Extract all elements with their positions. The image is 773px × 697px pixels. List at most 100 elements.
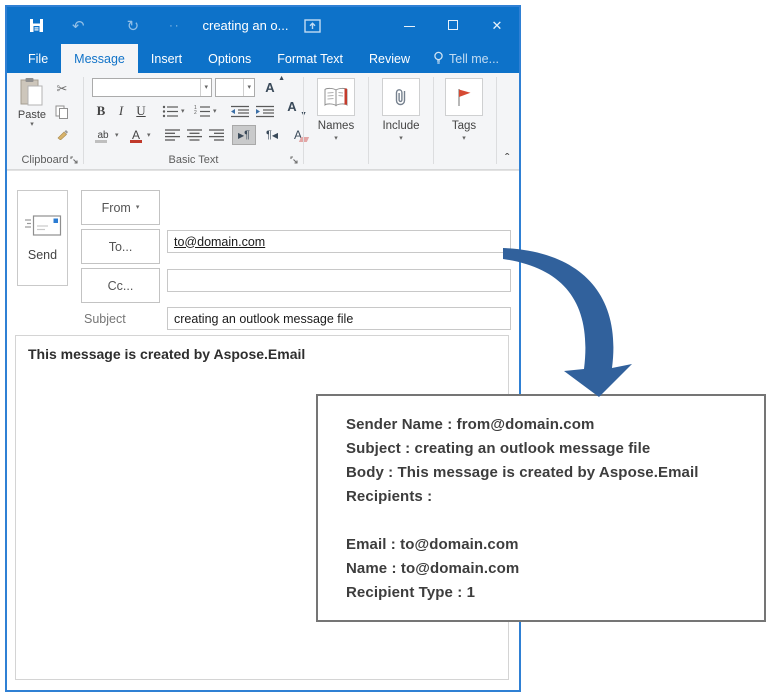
include-label: Include (382, 120, 420, 132)
copy-icon[interactable] (55, 105, 69, 119)
address-book-icon (323, 87, 349, 108)
basic-text-group-label: Basic Text (168, 154, 219, 166)
ribbon: Paste ▾ ✂ Clipboard ▾ ▾ A ▲ A B I U ▾ 1 … (7, 73, 519, 170)
screenshot-stage: ↶ ↻ ·· creating an o... ✕ File Message I… (0, 0, 773, 697)
names-group: Names ▾ (304, 73, 368, 169)
to-field-value: to@domain.com (174, 234, 266, 249)
bullet-list-caret-icon[interactable]: ▾ (181, 108, 185, 115)
tab-message[interactable]: Message (61, 44, 138, 73)
cc-field[interactable] (167, 269, 511, 292)
grow-font-icon[interactable]: A ▲ (261, 75, 285, 97)
paste-caret-icon: ▾ (30, 121, 34, 128)
font-color-caret-icon[interactable]: ▾ (147, 132, 151, 139)
send-envelope-icon (24, 214, 62, 238)
title-bar: ↶ ↻ ·· creating an o... ✕ (7, 7, 519, 44)
cc-label: Cc... (107, 278, 134, 293)
tab-options[interactable]: Options (195, 44, 264, 73)
include-caret-icon: ▾ (399, 135, 403, 142)
basic-text-dialog-launcher-icon[interactable] (290, 156, 299, 165)
underline-button[interactable]: U (132, 101, 150, 121)
to-button[interactable]: To... (81, 229, 160, 264)
send-button[interactable]: Send (17, 190, 68, 286)
maximize-button[interactable] (431, 18, 475, 33)
tags-caret-icon: ▾ (462, 135, 466, 142)
left-to-right-text-icon[interactable]: ▶ ¶ (232, 125, 256, 145)
qat-more-icon[interactable]: ·· (169, 20, 180, 32)
from-button[interactable]: From ▾ (81, 190, 160, 225)
align-center-icon[interactable] (184, 125, 204, 145)
body-line: Body : This message is created by Aspose… (346, 464, 699, 481)
redo-icon[interactable]: ↻ (127, 17, 140, 35)
svg-text:2: 2 (194, 110, 197, 116)
recipient-type-line: Recipient Type : 1 (346, 584, 476, 601)
window-title: creating an o... (202, 18, 289, 33)
align-left-icon[interactable] (162, 125, 182, 145)
align-right-icon[interactable] (206, 125, 226, 145)
paste-clipboard-icon (19, 77, 45, 107)
cut-icon[interactable]: ✂ (57, 81, 68, 97)
italic-button[interactable]: I (112, 101, 130, 121)
tab-review[interactable]: Review (356, 44, 423, 73)
increase-indent-icon[interactable] (254, 101, 276, 121)
flag-icon (456, 87, 472, 107)
collapse-ribbon-icon[interactable]: ˆ (505, 151, 509, 165)
paste-label: Paste (17, 109, 47, 121)
minimize-button[interactable] (387, 18, 431, 33)
tags-label: Tags (451, 120, 477, 132)
lightbulb-icon (433, 51, 444, 66)
text-highlight-icon[interactable]: ab (92, 125, 114, 145)
clipboard-group: Paste ▾ ✂ Clipboard (7, 73, 83, 169)
name-line: Name : to@domain.com (346, 560, 520, 577)
tell-me-box[interactable]: Tell me... (423, 44, 509, 73)
names-button[interactable] (317, 78, 355, 116)
ribbon-display-options-icon[interactable] (304, 18, 322, 33)
subject-field[interactable]: creating an outlook message file (167, 307, 511, 330)
compose-header: Send From ▾ To... Cc... Subject to@domai… (7, 170, 519, 332)
message-properties-box: Sender Name : from@domain.com Subject : … (316, 394, 766, 622)
basic-text-group: ▾ ▾ A▲ A▼ B I U ▾ (84, 73, 310, 169)
undo-icon[interactable]: ↶ (72, 17, 85, 35)
font-name-combo[interactable]: ▾ (92, 78, 212, 97)
ribbon-tab-bar: File Message Insert Options Format Text … (7, 44, 519, 73)
from-caret-icon: ▾ (135, 204, 140, 211)
paperclip-icon (395, 87, 408, 107)
font-name-caret-icon: ▾ (200, 79, 211, 96)
subject-field-value: creating an outlook message file (174, 311, 354, 326)
font-color-icon[interactable]: A (126, 125, 146, 145)
names-caret-icon: ▾ (334, 135, 338, 142)
sender-name-line: Sender Name : from@domain.com (346, 416, 595, 433)
recipients-line: Recipients : (346, 488, 433, 505)
decrease-indent-icon[interactable] (229, 101, 251, 121)
format-painter-icon[interactable] (56, 127, 69, 140)
email-line: Email : to@domain.com (346, 536, 519, 553)
bullet-list-icon[interactable] (160, 101, 180, 121)
from-label: From (101, 200, 131, 215)
numbered-list-icon[interactable]: 1 2 (192, 101, 212, 121)
include-group: Include ▾ (369, 73, 433, 169)
right-to-left-text-icon[interactable]: ¶ ◀ (260, 125, 284, 145)
shrink-font-icon[interactable]: A▼ (283, 97, 307, 118)
tags-group: Tags ▾ (434, 73, 494, 169)
tags-button[interactable] (445, 78, 483, 116)
include-button[interactable] (382, 78, 420, 116)
to-label: To... (108, 239, 133, 254)
text-highlight-caret-icon[interactable]: ▾ (115, 132, 119, 139)
save-icon[interactable] (29, 18, 44, 33)
bold-button[interactable]: B (92, 101, 110, 121)
to-field[interactable]: to@domain.com (167, 230, 511, 253)
subject-label: Subject (84, 312, 126, 326)
subject-line: Subject : creating an outlook message fi… (346, 440, 651, 457)
font-size-combo[interactable]: ▾ (215, 78, 255, 97)
names-label: Names (317, 120, 355, 132)
tab-format-text[interactable]: Format Text (264, 44, 356, 73)
clipboard-dialog-launcher-icon[interactable] (70, 156, 79, 165)
cc-button[interactable]: Cc... (81, 268, 160, 303)
tell-me-label: Tell me... (449, 51, 500, 66)
tab-file[interactable]: File (15, 44, 61, 73)
tab-insert[interactable]: Insert (138, 44, 195, 73)
close-button[interactable]: ✕ (475, 18, 519, 34)
paste-button[interactable]: Paste ▾ (12, 77, 52, 149)
font-size-caret-icon: ▾ (243, 79, 254, 96)
numbered-list-caret-icon[interactable]: ▾ (213, 108, 217, 115)
